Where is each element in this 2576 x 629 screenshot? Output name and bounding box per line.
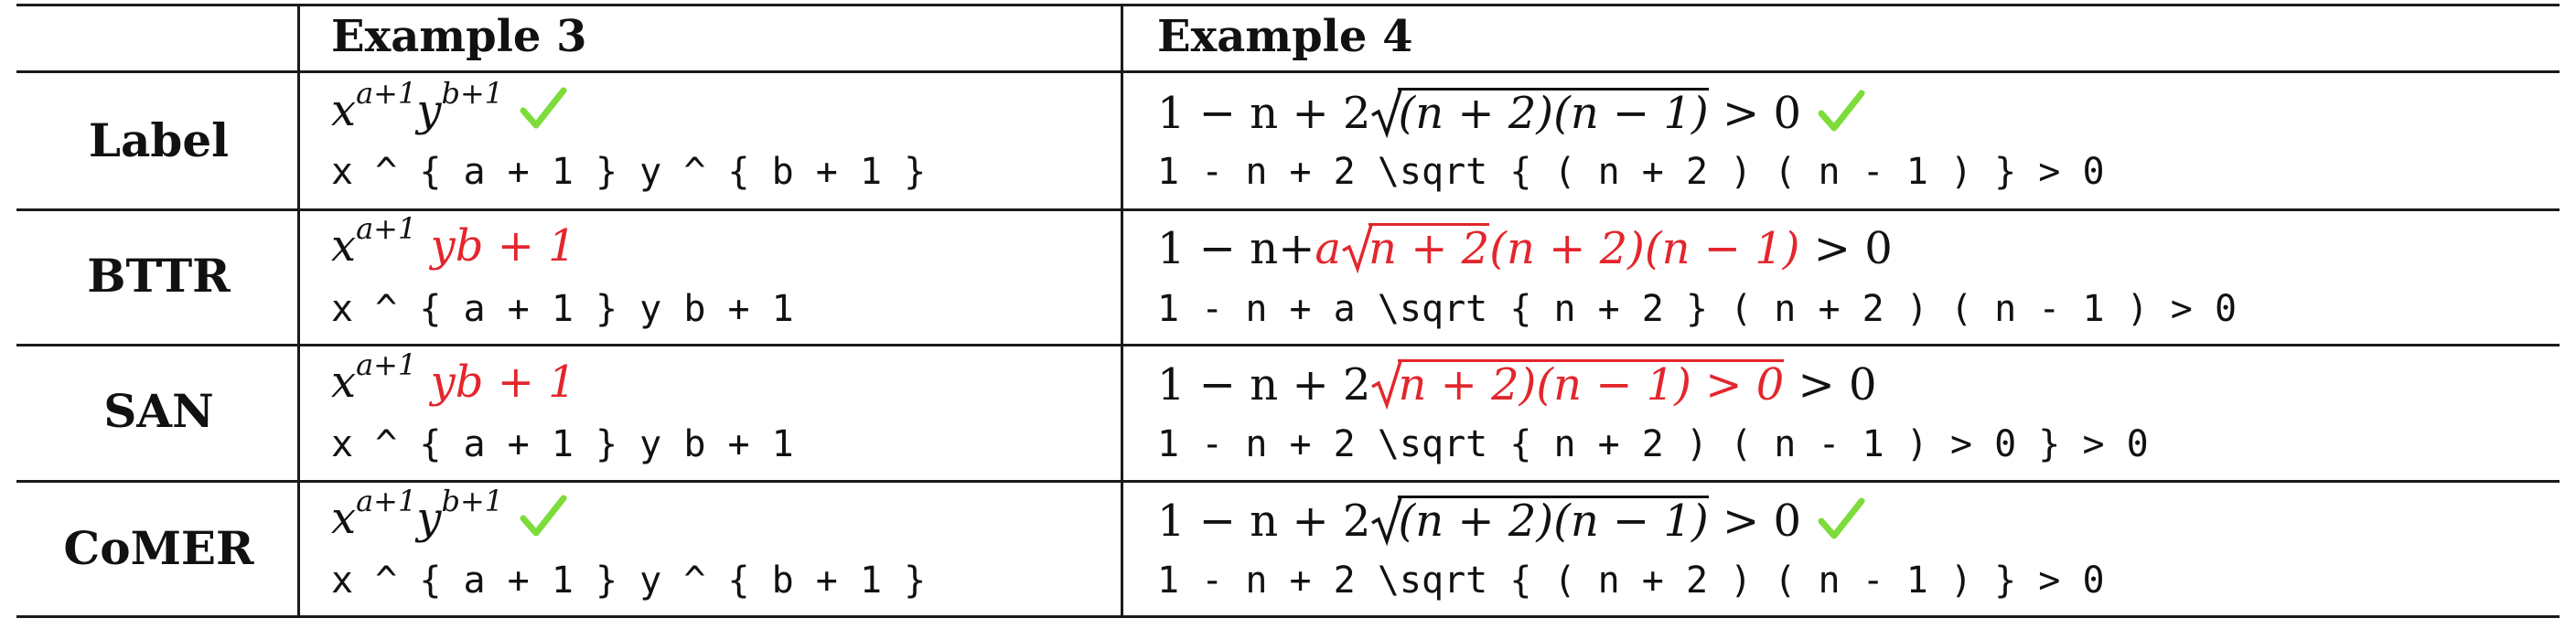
green-checkmark-icon: [520, 495, 567, 537]
label-ex3-latex: x ^ { a + 1 } y ^ { b + 1 }: [331, 151, 927, 193]
row-label-bttr: BTTR: [87, 249, 231, 303]
row-rule-3: [16, 480, 2560, 483]
row-label-label: Label: [88, 113, 230, 167]
row-label-san: SAN: [103, 384, 214, 438]
san-ex4-rendered: 1 − n + 2n + 2)(n − 1) > 0 > 0: [1157, 356, 1877, 411]
sqrt-sign: n + 2: [1341, 219, 1490, 275]
bttr-ex4-rendered: 1 − n+a n + 2(n + 2)(n − 1) > 0: [1157, 219, 1893, 275]
san-ex3-latex: x ^ { a + 1 } y b + 1: [331, 423, 794, 465]
label-ex4-rendered: 1 − n + 2 (n + 2)(n − 1) > 0: [1157, 84, 1865, 140]
label-ex4-latex: 1 - n + 2 \sqrt { ( n + 2 ) ( n - 1 ) } …: [1157, 151, 2105, 193]
header-rule: [16, 70, 2560, 73]
top-rule: [16, 4, 2560, 6]
comer-ex4-latex: 1 - n + 2 \sqrt { ( n + 2 ) ( n - 1 ) } …: [1157, 560, 2105, 602]
sqrt-sign: (n + 2)(n − 1): [1370, 84, 1709, 140]
label-ex3-rendered: xa+1yb+1: [331, 79, 567, 137]
bttr-ex3-latex: x ^ { a + 1 } y b + 1: [331, 288, 794, 330]
san-ex4-latex: 1 - n + 2 \sqrt { n + 2 ) ( n - 1 ) > 0 …: [1157, 423, 2149, 465]
sqrt-sign: (n + 2)(n − 1): [1370, 492, 1709, 548]
comer-ex4-rendered: 1 − n + 2 (n + 2)(n − 1) > 0: [1157, 492, 1865, 548]
bottom-rule: [16, 615, 2560, 618]
green-checkmark-icon: [1818, 497, 1865, 539]
green-checkmark-icon: [520, 87, 567, 129]
comer-ex3-latex: x ^ { a + 1 } y ^ { b + 1 }: [331, 560, 927, 602]
bttr-ex3-rendered: xa+1 yb + 1: [331, 211, 576, 272]
header-example-4: Example 4: [1157, 11, 1413, 62]
comer-ex3-rendered: xa+1yb+1: [331, 486, 567, 545]
bttr-ex4-latex: 1 - n + a \sqrt { n + 2 } ( n + 2 ) ( n …: [1157, 288, 2238, 330]
san-ex3-rendered: xa+1 yb + 1: [331, 347, 576, 408]
col-rule-2: [1121, 4, 1123, 618]
row-label-comer: CoMER: [63, 521, 254, 575]
green-checkmark-icon: [1818, 90, 1865, 132]
header-example-3: Example 3: [331, 11, 587, 62]
row-rule-2: [16, 344, 2560, 346]
sqrt-sign: n + 2)(n − 1) > 0: [1370, 356, 1785, 411]
